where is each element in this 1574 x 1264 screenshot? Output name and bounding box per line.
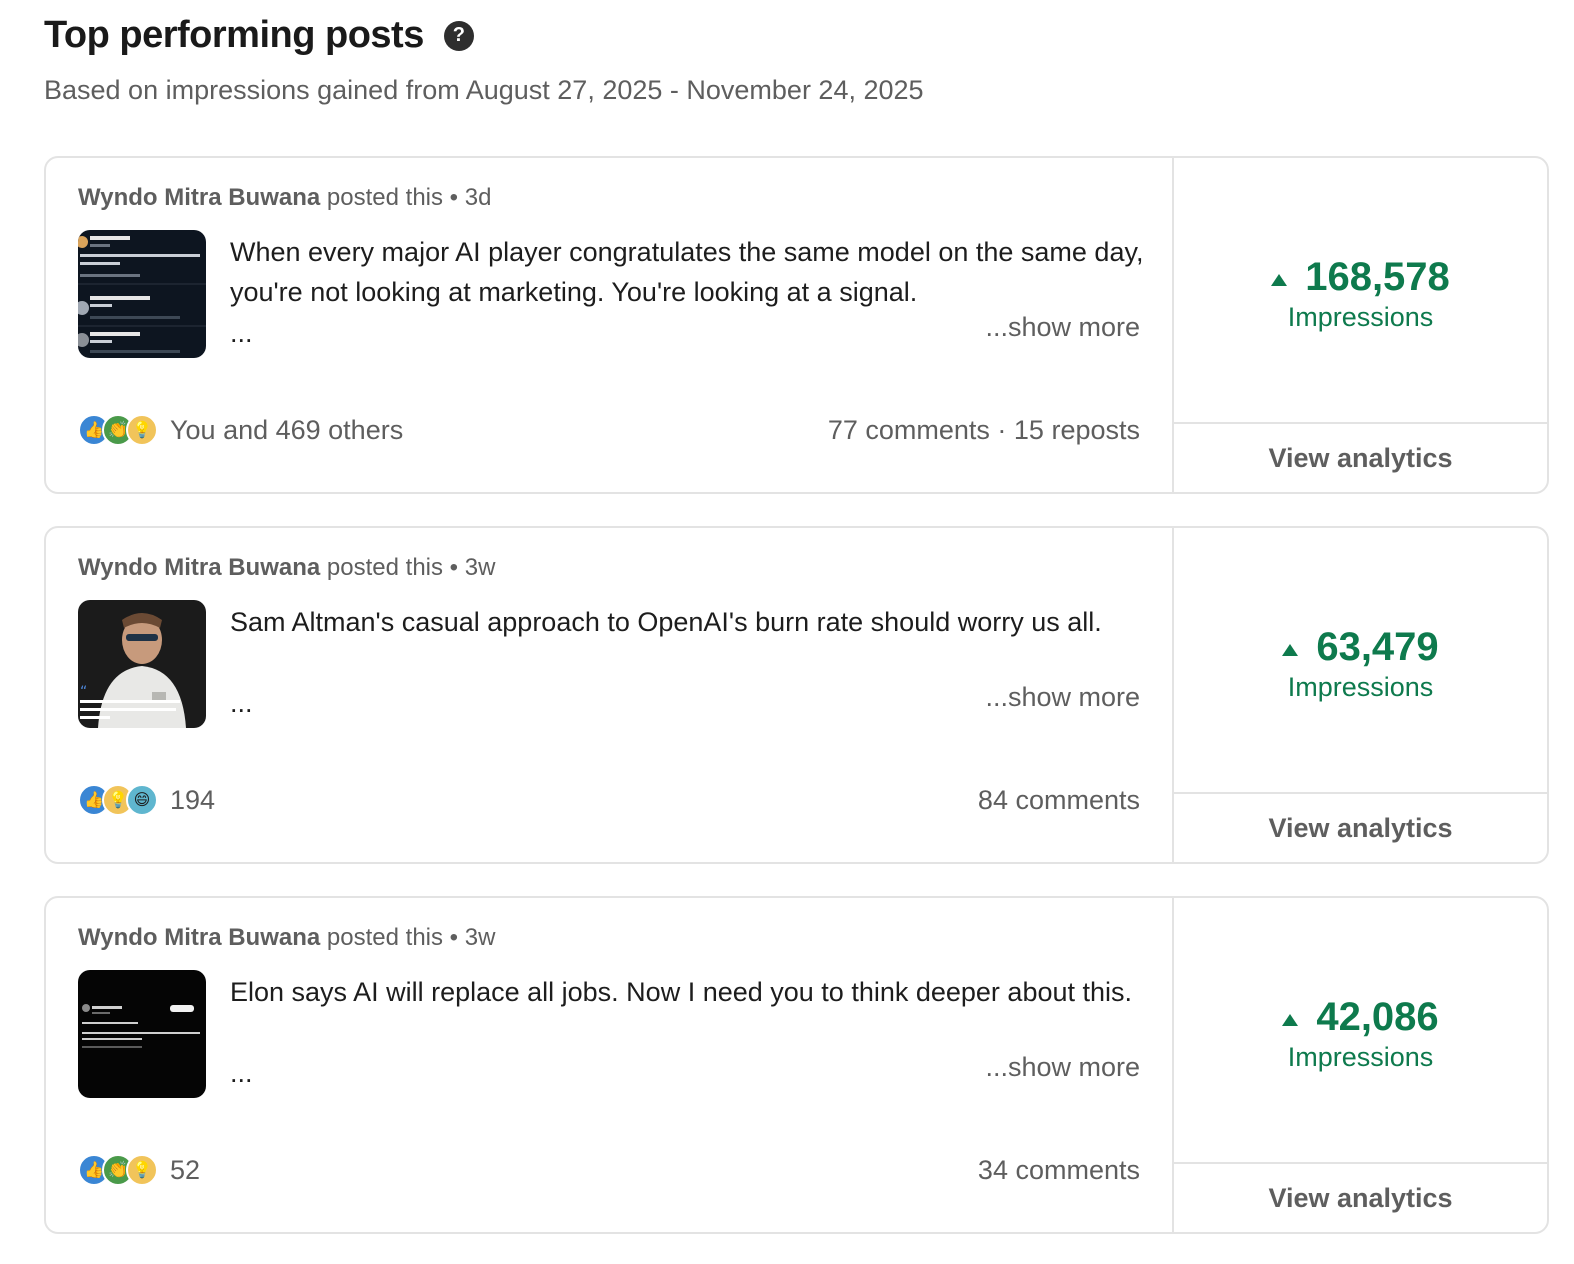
post-byline: Wyndo Mitra Buwana posted this • 3w (78, 924, 495, 952)
insightful-icon: 💡 (126, 414, 158, 446)
impressions-value: 63,479 (1316, 625, 1439, 669)
post-content[interactable]: Wyndo Mitra Buwana posted this • 3d When… (46, 158, 1174, 492)
impressions-row: 63,479 (1282, 625, 1439, 670)
post-card: Wyndo Mitra Buwana posted this • 3d When… (44, 156, 1549, 494)
reaction-icons: 👍 💡 😄 (78, 784, 158, 816)
reactions-summary[interactable]: 👍 💡 😄 194 (78, 784, 215, 816)
help-icon[interactable]: ? (443, 20, 474, 51)
trend-up-icon (1271, 273, 1288, 286)
show-more-link[interactable]: ...show more (985, 682, 1140, 713)
posted-this-label: posted this (326, 554, 443, 581)
post-text: Elon says AI will replace all jobs. Now … (230, 977, 1133, 1007)
impressions-block: 63,479 Impressions (1174, 528, 1547, 792)
post-age: 3w (464, 924, 496, 951)
impressions-value: 42,086 (1316, 995, 1439, 1039)
post-metrics: 63,479 Impressions View analytics (1174, 528, 1547, 862)
funny-icon: 😄 (126, 784, 158, 816)
trend-up-icon (1282, 1013, 1299, 1026)
reaction-icons: 👍 👏 💡 (78, 414, 158, 446)
impressions-row: 168,578 (1271, 255, 1450, 300)
post-ellipsis: ... (230, 318, 253, 348)
post-byline: Wyndo Mitra Buwana posted this • 3w (78, 554, 495, 582)
engagement-stats[interactable]: 77 comments · 15 reposts (828, 415, 1140, 446)
post-ellipsis: ... (230, 688, 253, 718)
posted-this-label: posted this (326, 924, 443, 951)
engagement-stats[interactable]: 34 comments (978, 1155, 1140, 1186)
post-text: Sam Altman's casual approach to OpenAI's… (230, 607, 1102, 637)
post-age: 3w (464, 554, 496, 581)
view-analytics-label: View analytics (1268, 442, 1453, 473)
view-analytics-label: View analytics (1268, 1182, 1453, 1213)
impressions-block: 168,578 Impressions (1174, 158, 1547, 422)
post-card: Wyndo Mitra Buwana posted this • 3w Elon… (44, 896, 1549, 1234)
post-thumbnail[interactable] (78, 230, 206, 358)
reactions-summary[interactable]: 👍 👏 💡 52 (78, 1154, 200, 1186)
author-name[interactable]: Wyndo Mitra Buwana (78, 554, 320, 581)
author-name[interactable]: Wyndo Mitra Buwana (78, 924, 320, 951)
section-header: Top performing posts ? Based on impressi… (44, 14, 924, 106)
view-analytics-button[interactable]: View analytics (1174, 1162, 1547, 1232)
posted-this-label: posted this (326, 184, 443, 211)
post-content[interactable]: Wyndo Mitra Buwana posted this • 3w “ Sa… (46, 528, 1174, 862)
post-text: When every major AI player congratulates… (230, 237, 1144, 307)
post-content[interactable]: Wyndo Mitra Buwana posted this • 3w Elon… (46, 898, 1174, 1232)
post-metrics: 42,086 Impressions View analytics (1174, 898, 1547, 1232)
author-name[interactable]: Wyndo Mitra Buwana (78, 184, 320, 211)
post-ellipsis: ... (230, 1058, 253, 1088)
reactions-summary[interactable]: 👍 👏 💡 You and 469 others (78, 414, 403, 446)
post-thumbnail[interactable]: “ (78, 600, 206, 728)
byline-separator: • (449, 924, 459, 951)
reaction-count: You and 469 others (170, 414, 404, 445)
view-analytics-button[interactable]: View analytics (1174, 792, 1547, 862)
post-age: 3d (464, 184, 492, 211)
reaction-count: 194 (170, 784, 216, 815)
post-thumbnail[interactable] (78, 970, 206, 1098)
show-more-link[interactable]: ...show more (985, 1052, 1140, 1083)
page-title: Top performing posts (44, 14, 424, 56)
view-analytics-button[interactable]: View analytics (1174, 422, 1547, 492)
impressions-label: Impressions (1287, 1042, 1434, 1072)
engagement-stats[interactable]: 84 comments (978, 785, 1140, 816)
reaction-count: 52 (170, 1154, 201, 1185)
post-byline: Wyndo Mitra Buwana posted this • 3d (78, 184, 491, 212)
trend-up-icon (1282, 643, 1299, 656)
impressions-block: 42,086 Impressions (1174, 898, 1547, 1162)
date-range-subtitle: Based on impressions gained from August … (44, 75, 924, 105)
impressions-value: 168,578 (1305, 255, 1450, 299)
title-row: Top performing posts ? (44, 14, 924, 57)
byline-separator: • (449, 184, 459, 211)
post-metrics: 168,578 Impressions View analytics (1174, 158, 1547, 492)
post-card: Wyndo Mitra Buwana posted this • 3w “ Sa… (44, 526, 1549, 864)
impressions-label: Impressions (1287, 302, 1434, 332)
reaction-icons: 👍 👏 💡 (78, 1154, 158, 1186)
svg-text:“: “ (80, 684, 87, 700)
impressions-row: 42,086 (1282, 995, 1439, 1040)
impressions-label: Impressions (1287, 672, 1434, 702)
insightful-icon: 💡 (126, 1154, 158, 1186)
byline-separator: • (449, 554, 459, 581)
view-analytics-label: View analytics (1268, 812, 1453, 843)
show-more-link[interactable]: ...show more (985, 312, 1140, 343)
